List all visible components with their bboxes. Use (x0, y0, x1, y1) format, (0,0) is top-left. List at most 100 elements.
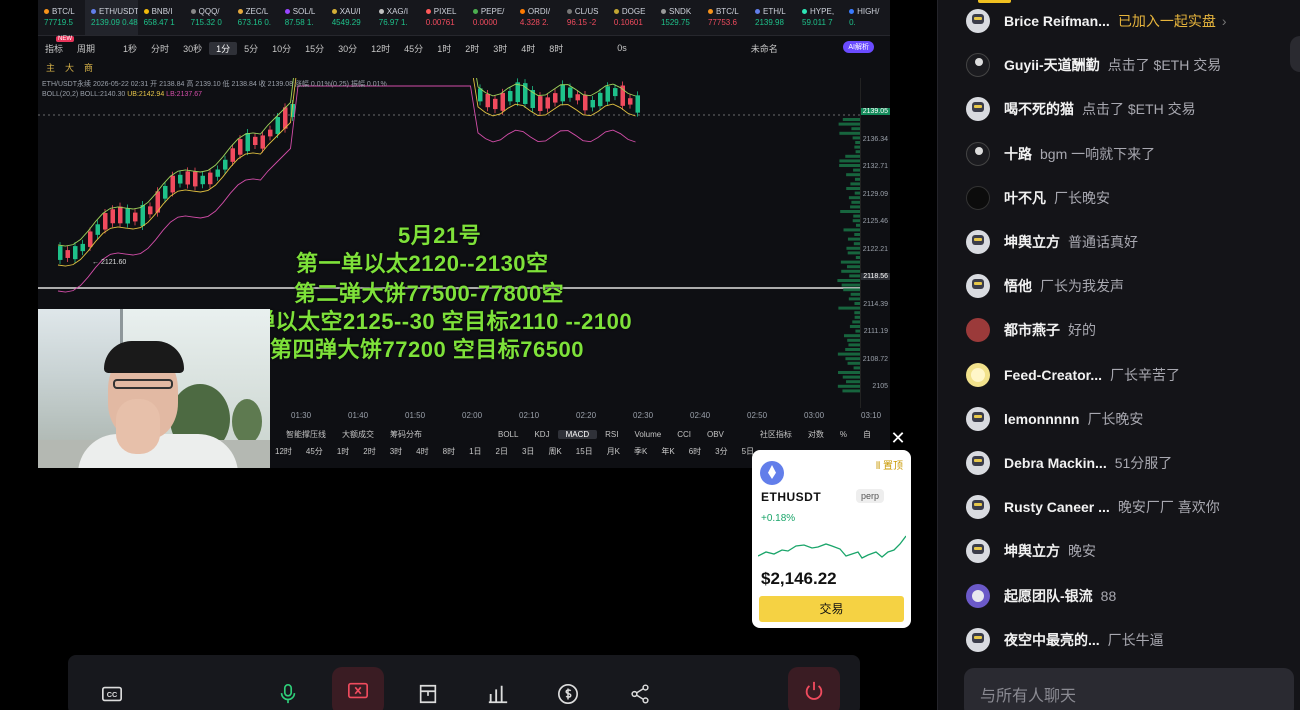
ticker-15[interactable]: ETH/L 2139.98 (749, 0, 796, 35)
avatar[interactable] (966, 539, 990, 564)
ticker-1[interactable]: ETH/USDT永续 2139.09 0.48% (85, 0, 138, 35)
chat-username[interactable]: lemonnnnn (1004, 411, 1079, 427)
timeframe2-11[interactable]: 15日 (569, 446, 600, 457)
avatar[interactable] (966, 451, 990, 475)
indicator-tool-1[interactable]: 大额成交 (334, 429, 382, 440)
timeframe2-13[interactable]: 季K (627, 446, 654, 457)
avatar[interactable] (966, 362, 990, 387)
avatar[interactable] (966, 627, 990, 652)
ticker-10[interactable]: ORDI/4.328 2. (514, 0, 561, 35)
timeframe-3[interactable]: 分时 (144, 42, 176, 55)
chat-username[interactable]: 十路 (1004, 144, 1032, 164)
ticker-14[interactable]: BTC/L 77753.6 (702, 0, 749, 35)
chat-username[interactable]: 坤舆立方 (1004, 541, 1060, 561)
ticker-12[interactable]: DOGE 0.10601 (608, 0, 655, 35)
chat-username[interactable]: Feed-Creator... (1004, 367, 1102, 383)
indicator-option-3[interactable]: 自 (855, 429, 879, 440)
tool-0[interactable]: 主 (46, 61, 55, 74)
chat-message[interactable]: 都市燕子 好的 (966, 316, 1276, 344)
avatar[interactable] (966, 318, 990, 343)
indicator-obv[interactable]: OBV (699, 430, 732, 439)
share-icon[interactable] (620, 677, 660, 710)
zero-seconds[interactable]: 0s (610, 43, 634, 53)
chat-username[interactable]: 夜空中最亮的... (1004, 630, 1100, 650)
timeframe-7[interactable]: 10分 (265, 42, 298, 55)
chat-username[interactable]: 都市燕子 (1004, 320, 1060, 340)
ticker-5[interactable]: SOL/L 87.58 1. (279, 0, 326, 35)
timeframe2-6[interactable]: 8时 (436, 446, 462, 457)
ticker-11[interactable]: CL/US 96.15 -2 (561, 0, 608, 35)
ticker-13[interactable]: SNDK 1529.75 (655, 0, 702, 35)
chat-username[interactable]: Debra Mackin... (1004, 455, 1107, 471)
avatar[interactable] (966, 97, 990, 122)
timeframe2-4[interactable]: 3时 (383, 446, 409, 457)
indicator-option-2[interactable]: % (832, 430, 855, 439)
avatar[interactable] (966, 185, 990, 210)
timeframe2-10[interactable]: 周K (541, 446, 568, 457)
tool-1[interactable]: 大 (65, 61, 74, 74)
ticker-6[interactable]: XAU/I 4549.29 (326, 0, 373, 35)
chat-message[interactable]: 起愿团队-银流 88 (966, 582, 1276, 610)
chat-username[interactable]: Brice Reifman... (1004, 13, 1110, 29)
avatar[interactable] (966, 141, 990, 166)
bar-chart-icon[interactable] (478, 677, 518, 710)
panel-handle[interactable] (1290, 36, 1300, 72)
pin-top-label[interactable]: ⦀ 置顶 (876, 457, 903, 472)
timeframe2-9[interactable]: 3日 (515, 446, 541, 457)
timeframe-9[interactable]: 30分 (331, 42, 364, 55)
gift-box-icon[interactable] (408, 677, 448, 710)
timeframe2-14[interactable]: 年K (654, 446, 681, 457)
chat-username[interactable]: Guyii-天道酬勤 (1004, 55, 1100, 75)
ticker-4[interactable]: ZEC/L 673.16 0. (232, 0, 279, 35)
chat-message[interactable]: Guyii-天道酬勤 点击了 $ETH 交易 (966, 51, 1276, 79)
chat-message[interactable]: 悟他 厂长为我发声 (966, 272, 1276, 300)
ticker-2[interactable]: BNB/I 658.47 1 (138, 0, 185, 35)
chat-message[interactable]: 坤舆立方 普通话真好 (966, 228, 1276, 256)
chat-username[interactable]: 坤舆立方 (1004, 232, 1060, 252)
coin-card[interactable]: ✕ ⦀ 置顶 ETHUSDT perp +0.18% $2,146.22 交易 (752, 428, 911, 628)
chat-username[interactable]: Rusty Caneer ... (1004, 499, 1110, 515)
timeframe-4[interactable]: 30秒 (176, 42, 209, 55)
chat-message[interactable]: 夜空中最亮的... 厂长牛逼 (966, 626, 1276, 654)
mic-icon[interactable] (268, 677, 308, 710)
timeframe-13[interactable]: 2时 (458, 42, 486, 55)
ticker-17[interactable]: HIGH/0. (843, 0, 890, 35)
indicator-tool-2[interactable]: 筹码分布 (382, 429, 430, 440)
chat-message[interactable]: 喝不死的猫 点击了 $ETH 交易 (966, 95, 1276, 123)
timeframe-14[interactable]: 3时 (486, 42, 514, 55)
timeframe-0[interactable]: 指标 (38, 42, 70, 55)
screen-share-off-icon[interactable] (332, 667, 384, 710)
chat-message[interactable]: 叶不凡 厂长晚安 (966, 184, 1276, 212)
timeframe2-15[interactable]: 6时 (682, 446, 708, 457)
timeframe-16[interactable]: 8时 (542, 42, 570, 55)
dollar-icon[interactable] (548, 677, 588, 710)
timeframe2-2[interactable]: 1时 (330, 446, 356, 457)
timeframe-10[interactable]: 12时 (364, 42, 397, 55)
ticker-16[interactable]: HYPE, 59.011 7 (796, 0, 843, 35)
timeframe2-5[interactable]: 4时 (409, 446, 435, 457)
trade-button[interactable]: 交易 (759, 596, 904, 622)
timeframe-5[interactable]: 1分 (209, 41, 238, 55)
timeframe-6[interactable]: 5分 (237, 42, 265, 55)
tool-2[interactable]: 商 (84, 61, 93, 74)
timeframe-8[interactable]: 15分 (298, 42, 331, 55)
avatar[interactable] (966, 230, 990, 254)
timeframe2-3[interactable]: 2时 (356, 446, 382, 457)
indicator-cci[interactable]: CCI (669, 430, 699, 439)
indicator-macd[interactable]: MACD (557, 429, 598, 439)
chat-username[interactable]: 起愿团队-银流 (1004, 586, 1093, 606)
cc-icon[interactable]: CC (92, 677, 132, 710)
avatar[interactable] (966, 9, 990, 33)
timeframe-12[interactable]: 1时 (430, 42, 458, 55)
ticker-3[interactable]: QQQ/715.32 0 (185, 0, 232, 35)
avatar[interactable] (966, 406, 990, 431)
avatar[interactable] (966, 583, 990, 608)
chat-message[interactable]: Feed-Creator... 厂长辛苦了 (966, 361, 1276, 389)
chat-username[interactable]: 喝不死的猫 (1004, 99, 1074, 119)
close-icon[interactable]: ✕ (888, 428, 908, 448)
unnamed-layout[interactable]: 未命名 (744, 42, 785, 55)
timeframe-2[interactable]: 1秒 (116, 42, 144, 55)
chevron-right-icon[interactable]: › (1222, 13, 1227, 29)
chat-message[interactable]: Rusty Caneer ... 晚安厂厂 喜欢你 (966, 493, 1276, 521)
indicator-volume[interactable]: Volume (627, 430, 670, 439)
